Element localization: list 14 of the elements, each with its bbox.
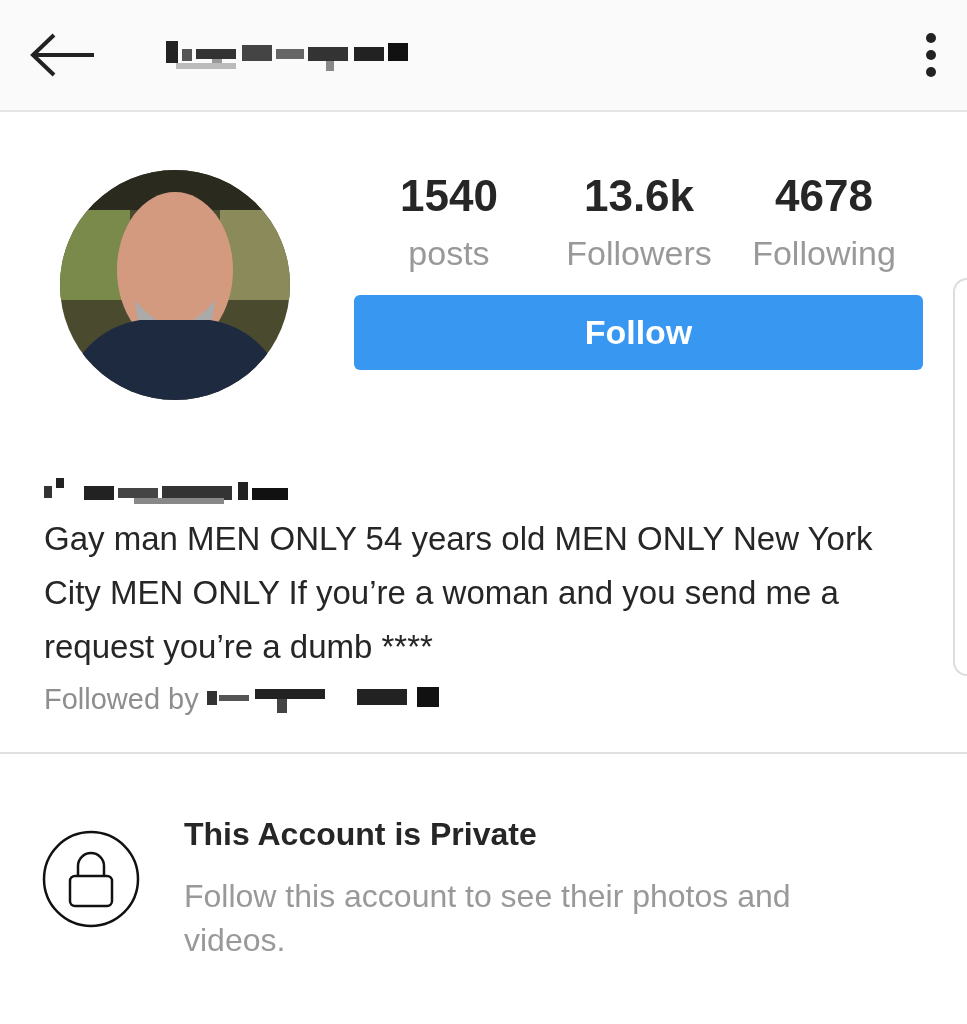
private-account-title: This Account is Private xyxy=(184,814,538,854)
followed-by-label: Followed by xyxy=(44,682,199,717)
lock-icon xyxy=(42,829,140,928)
back-arrow-icon[interactable] xyxy=(30,33,96,77)
stat-label[interactable]: Following xyxy=(752,228,896,279)
private-account-message: Follow this account to see their photos and videos. xyxy=(184,876,792,960)
stat-count: 13.6k xyxy=(583,170,695,222)
follow-button[interactable]: Follow xyxy=(354,295,923,370)
stat-label[interactable]: Followers xyxy=(566,228,712,279)
stat-label[interactable]: posts xyxy=(408,228,490,279)
more-options-icon[interactable] xyxy=(925,33,937,77)
stat-count: 4678 xyxy=(775,170,873,222)
bio-text: Gay man MEN ONLY 54 years old MEN ONLY New York City MEN ONLY If you’re a woman and you send me a request you’re a dumb **** xyxy=(44,519,874,667)
stat-count: 1540 xyxy=(400,170,498,222)
